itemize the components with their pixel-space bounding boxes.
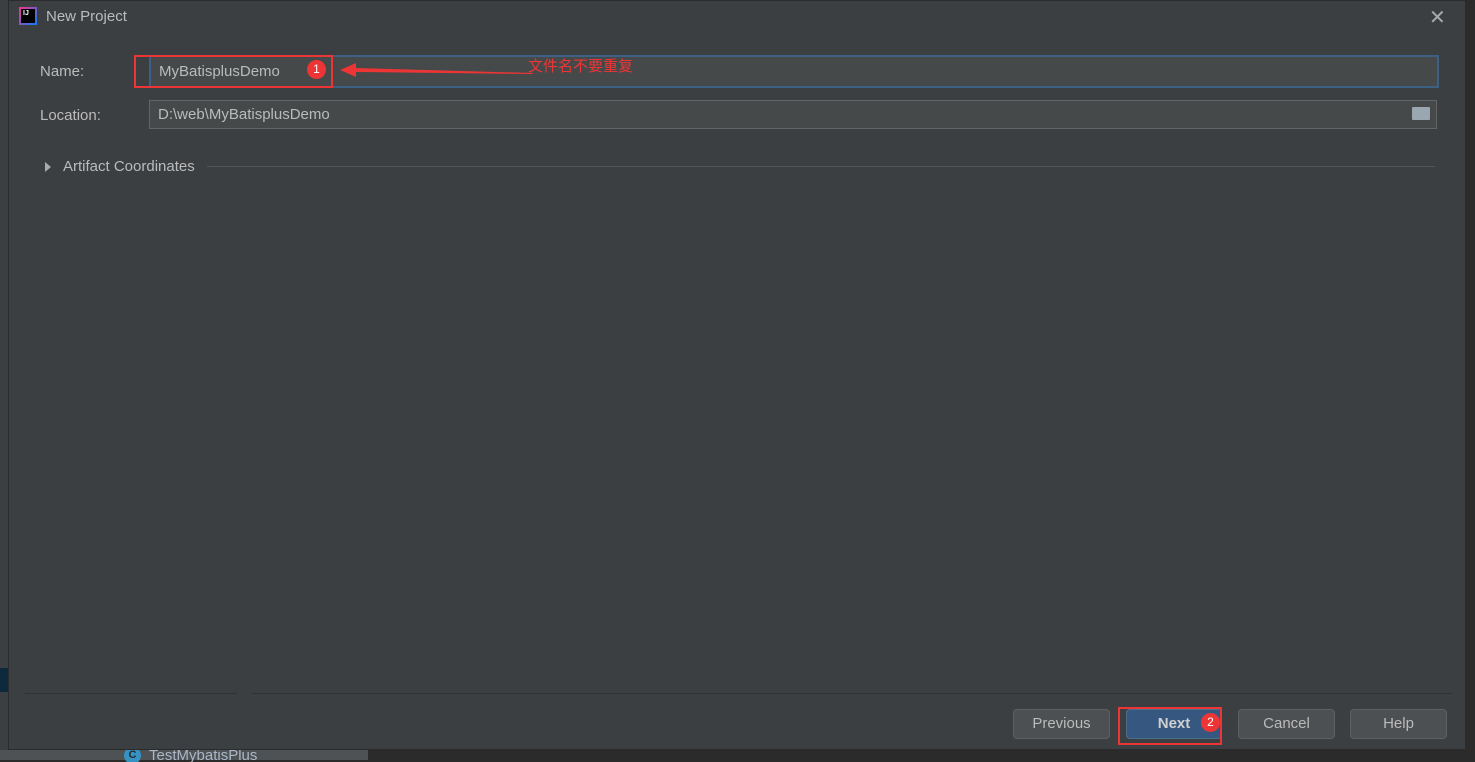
expand-triangle-icon: [45, 161, 51, 172]
name-label: Name:: [40, 63, 85, 80]
dialog-title-bar: IJ New Project: [19, 7, 127, 25]
dialog-title: New Project: [46, 7, 127, 25]
annotation-arrow-icon: [340, 63, 533, 77]
selected-tree-row: [0, 668, 8, 692]
annotation-note: 文件名不要重复: [528, 58, 634, 75]
artifact-coordinates-toggle[interactable]: Artifact Coordinates: [45, 158, 1435, 175]
location-value: D:\web\MyBatisplusDemo: [158, 106, 330, 123]
help-button[interactable]: Help: [1350, 709, 1447, 739]
new-project-dialog: IJ New Project ✕ Name: MyBatisplusDemo L…: [8, 0, 1466, 750]
location-input[interactable]: D:\web\MyBatisplusDemo: [149, 100, 1437, 129]
cancel-button[interactable]: Cancel: [1238, 709, 1335, 739]
annotation-badge-1: 1: [307, 60, 326, 79]
previous-button[interactable]: Previous: [1013, 709, 1110, 739]
intellij-logo-icon: IJ: [19, 7, 37, 25]
section-divider: [206, 166, 1435, 167]
folder-browse-icon[interactable]: [1412, 107, 1430, 120]
location-label: Location:: [40, 107, 101, 124]
annotation-box-name: [134, 55, 333, 88]
annotation-badge-2: 2: [1201, 713, 1220, 732]
ide-background-sidebar: [0, 0, 8, 760]
artifact-coordinates-label: Artifact Coordinates: [63, 158, 195, 175]
footer-divider: [25, 693, 237, 694]
footer-divider: [252, 693, 1452, 694]
close-icon[interactable]: ✕: [1429, 5, 1446, 30]
